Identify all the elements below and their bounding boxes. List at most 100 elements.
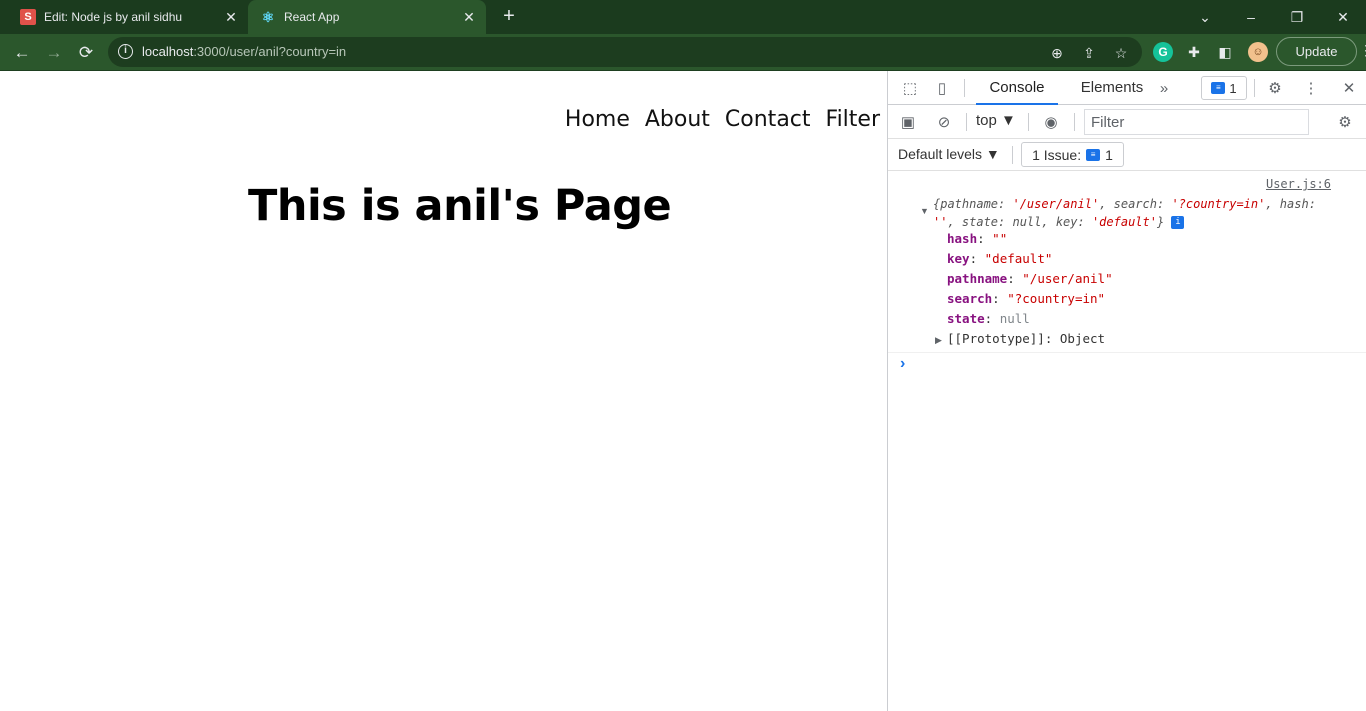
nav-link-home[interactable]: Home <box>565 107 630 132</box>
forward-button[interactable]: → <box>41 40 67 66</box>
property-value: "?country=in" <box>1007 291 1106 306</box>
inspect-element-icon[interactable]: ⬚ <box>900 79 920 99</box>
summary-text: , hash: <box>1265 197 1316 211</box>
nav-link-filter[interactable]: Filter <box>826 107 880 132</box>
log-source-link[interactable]: User.js:6 <box>1266 177 1331 191</box>
tab-elements[interactable]: Elements <box>1066 71 1158 105</box>
profile-avatar[interactable]: ☺ <box>1248 42 1268 62</box>
divider <box>1074 113 1075 131</box>
log-levels-dropdown[interactable]: Default levels ▼ <box>898 146 1000 162</box>
expand-triangle-icon[interactable]: ▼ <box>920 206 929 216</box>
more-tabs-icon[interactable]: » <box>1154 79 1174 99</box>
share-icon[interactable]: ⇪ <box>1080 44 1098 62</box>
minimize-button[interactable]: – <box>1228 0 1274 34</box>
console-prompt-icon[interactable]: › <box>900 355 905 373</box>
site-info-icon[interactable]: i <box>118 44 133 59</box>
tab-strip: S Edit: Node js by anil sidhu ✕ ⚛ React … <box>0 0 1366 34</box>
devtools-panel: ⬚ ▯ Console Elements » ≡ 1 ⚙ ⋮ ✕ ▣ ⊘ top… <box>887 71 1366 711</box>
new-tab-button[interactable]: + <box>498 6 520 28</box>
property-key: key <box>947 251 970 266</box>
grammarly-extension-icon[interactable]: G <box>1153 42 1173 62</box>
object-property: pathname: "/user/anil" <box>947 271 1113 286</box>
bookmark-star-icon[interactable]: ☆ <box>1112 44 1130 62</box>
summary-text: , state: null, key: <box>947 215 1092 229</box>
property-value: "default" <box>984 251 1053 266</box>
more-options-icon[interactable]: ⋮ <box>1301 79 1321 99</box>
address-bar[interactable]: i localhost:3000/user/anil?country=in ⊕ … <box>108 37 1142 67</box>
divider <box>964 79 965 97</box>
summary-value: '' <box>933 215 948 229</box>
site-nav: Home About Contact Filter <box>550 107 880 132</box>
reload-button[interactable]: ⟳ <box>73 40 99 66</box>
site-favicon-icon: S <box>20 9 36 25</box>
object-property: search: "?country=in" <box>947 291 1106 306</box>
issues-label: 1 Issue: <box>1032 146 1082 163</box>
levels-bar: Default levels ▼ 1 Issue: ≡ 1 <box>888 139 1366 171</box>
issues-button[interactable]: 1 Issue: ≡ 1 <box>1021 142 1124 167</box>
window-close-button[interactable]: ✕ <box>1320 0 1366 34</box>
summary-value: '?country=in' <box>1171 197 1266 211</box>
message-icon: ≡ <box>1211 82 1226 94</box>
issues-count: 1 <box>1105 146 1113 163</box>
issue-icon: ≡ <box>1086 148 1101 161</box>
property-value: "" <box>992 231 1008 246</box>
property-key: search <box>947 291 993 306</box>
update-button[interactable]: Update <box>1276 37 1357 66</box>
zoom-icon[interactable]: ⊕ <box>1048 44 1066 62</box>
tab-search-icon[interactable]: ⌄ <box>1182 0 1228 34</box>
tab-console[interactable]: Console <box>976 71 1058 105</box>
divider <box>888 352 1366 353</box>
react-logo-icon: ⚛ <box>261 8 275 25</box>
object-property: key: "default" <box>947 251 1053 266</box>
close-devtools-icon[interactable]: ✕ <box>1339 79 1359 99</box>
property-key: hash <box>947 231 978 246</box>
divider <box>966 113 967 131</box>
object-property: state: null <box>947 311 1030 326</box>
summary-text: {pathname: <box>933 197 1013 211</box>
log-object-summary[interactable]: {pathname: '/user/anil', search: '?count… <box>933 195 1343 231</box>
prototype-value: Object <box>1059 331 1106 346</box>
message-count: 1 <box>1229 80 1237 96</box>
divider <box>1012 146 1013 164</box>
console-settings-gear-icon[interactable]: ⚙ <box>1335 113 1355 133</box>
expand-triangle-icon[interactable]: ▶ <box>935 335 942 346</box>
tab-edit-node[interactable]: S Edit: Node js by anil sidhu ✕ <box>8 0 248 34</box>
url-path: :3000/user/anil?country=in <box>193 44 347 59</box>
extensions-puzzle-icon[interactable]: ✚ <box>1184 42 1204 62</box>
live-expression-eye-icon[interactable]: ◉ <box>1041 113 1061 133</box>
nav-link-contact[interactable]: Contact <box>725 107 811 132</box>
property-key: state <box>947 311 985 326</box>
console-toolbar: ▣ ⊘ top ▼ ◉ Filter ⚙ <box>888 105 1366 139</box>
prototype-label: [[Prototype]] <box>947 331 1045 346</box>
nav-link-about[interactable]: About <box>645 107 710 132</box>
console-filter-input[interactable]: Filter <box>1084 109 1309 135</box>
sidebar-toggle-icon[interactable]: ▣ <box>898 113 918 133</box>
summary-text: , search: <box>1099 197 1172 211</box>
close-icon[interactable]: ✕ <box>220 9 242 26</box>
side-panel-icon[interactable]: ◧ <box>1215 42 1235 62</box>
summary-text: } <box>1156 215 1165 229</box>
back-button[interactable]: ← <box>9 40 35 66</box>
close-icon[interactable]: ✕ <box>458 9 480 26</box>
summary-value: '/user/anil' <box>1012 197 1100 211</box>
divider <box>1254 79 1255 97</box>
property-value: "/user/anil" <box>1022 271 1113 286</box>
prototype-row[interactable]: [[Prototype]]: Object <box>947 331 1105 346</box>
tab-title: React App <box>284 10 340 24</box>
divider <box>1028 113 1029 131</box>
restore-button[interactable]: ❐ <box>1274 0 1320 34</box>
context-selector[interactable]: top ▼ <box>976 112 1016 129</box>
settings-gear-icon[interactable]: ⚙ <box>1265 79 1285 99</box>
url-text[interactable]: localhost:3000/user/anil?country=in <box>142 44 346 59</box>
device-toolbar-icon[interactable]: ▯ <box>932 79 952 99</box>
clear-console-icon[interactable]: ⊘ <box>934 113 954 133</box>
browser-toolbar: ← → ⟳ i localhost:3000/user/anil?country… <box>0 34 1366 71</box>
messages-badge[interactable]: ≡ 1 <box>1201 76 1247 100</box>
tab-react-app[interactable]: ⚛ React App ✕ <box>248 0 486 34</box>
browser-menu-icon[interactable]: ⋮ <box>1359 42 1366 59</box>
info-icon[interactable]: i <box>1171 216 1185 229</box>
page-viewport: Home About Contact Filter This is anil's… <box>0 71 887 711</box>
property-value: null <box>999 311 1030 326</box>
page-heading: This is anil's Page <box>248 181 672 231</box>
tab-title: Edit: Node js by anil sidhu <box>44 10 183 24</box>
